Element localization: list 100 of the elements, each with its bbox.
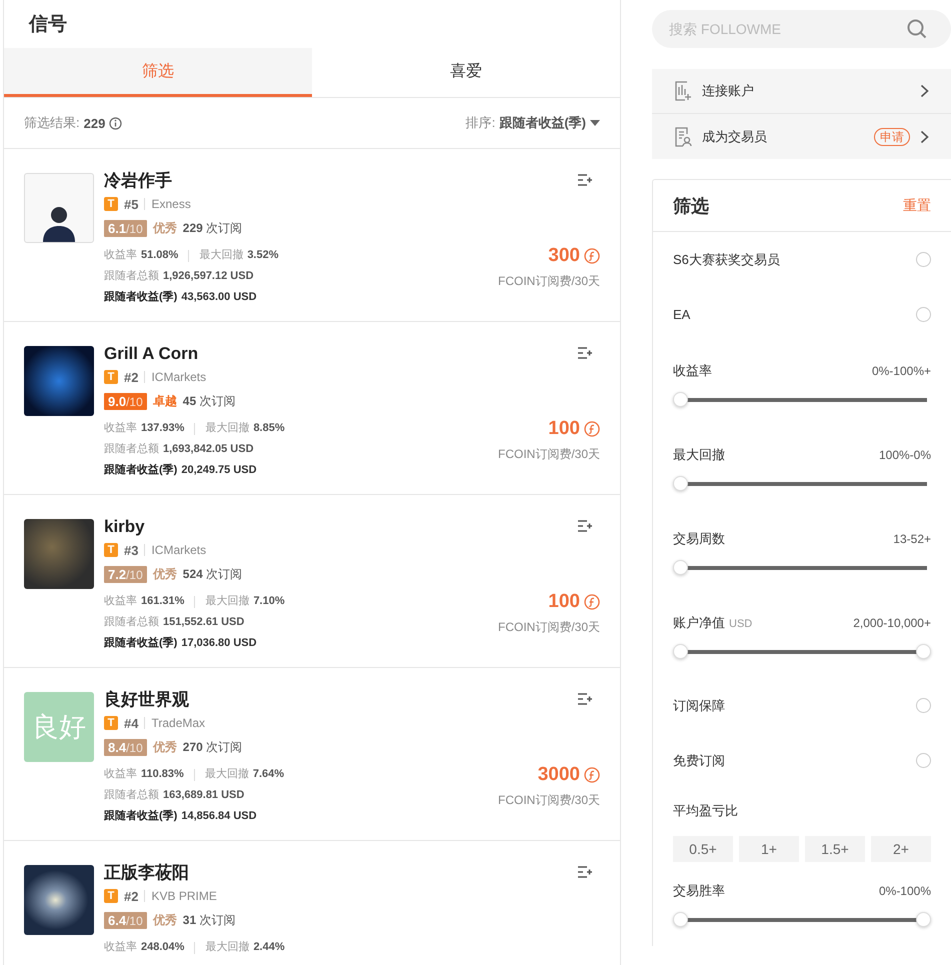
filter-label: 平均盈亏比 [673,802,739,820]
trader-name[interactable]: 冷岩作手 [104,170,600,192]
broker-name: KVB PRIME [151,889,217,903]
add-to-list-icon[interactable] [577,173,593,187]
rating-label: 优秀 [152,566,177,582]
ratio-option[interactable]: 2+ [871,836,931,862]
filter-label: S6大赛获奖交易员 [673,250,780,268]
chevron-right-icon [920,84,929,98]
radio-button[interactable] [916,307,931,322]
slider-thumb[interactable] [916,912,931,926]
slider-thumb[interactable] [673,912,688,926]
subscription-count: 270 次订阅 [182,738,242,756]
chart-plus-icon [674,81,692,101]
fee-label: FCOIN订阅费/30天 [498,792,600,809]
stat-value: 7.64% [252,767,284,782]
stat-value: 3.52% [247,248,279,263]
document-person-icon [674,126,692,146]
add-to-list-icon[interactable] [577,692,593,706]
stat-value: 51.08% [141,248,178,263]
range-value: 13-52+ [893,532,931,546]
sort-dropdown[interactable]: 跟随者收益(季) [499,114,586,132]
broker-name: Exness [151,197,191,211]
stat-label: 最大回撤 [205,594,250,609]
slider-thumb[interactable] [673,644,688,658]
menu-item[interactable]: 连接账户 [652,69,951,114]
filter-label: 免费订阅 [673,752,725,770]
search-field[interactable]: 搜索 FOLLOWME [652,10,907,48]
range-slider[interactable] [673,912,931,926]
stat-value: 110.83% [141,767,184,782]
fee-label: FCOIN订阅费/30天 [498,619,600,636]
range-value: 100%-0% [878,448,931,462]
avatar-text: 良好 [24,692,94,762]
stat-label: 收益率 [104,940,137,955]
ratio-option[interactable]: 1.5+ [805,836,865,862]
radio-button[interactable] [916,252,931,267]
info-icon[interactable] [109,116,122,130]
stat-label: 跟随者总额 [104,614,159,630]
search-icon[interactable] [907,19,927,39]
filter-label: 订阅保障 [673,696,725,714]
subscription-count: 524 次订阅 [182,566,242,582]
slider-thumb[interactable] [673,476,688,490]
sort-label: 排序: [466,114,496,132]
filter-label: 交易胜率 [673,882,725,898]
page-title: 信号 [28,13,68,37]
rank: #2 [124,888,138,904]
stat-label: 收益率 [104,594,137,609]
caret-icon[interactable] [590,120,600,126]
score-badge: 8.4/10 [104,738,147,756]
stat-value: 163,689.81 USD [163,788,244,803]
radio-button[interactable] [916,753,931,768]
menu-item[interactable]: 成为交易员 申请 [652,114,951,159]
stat-label: 最大回撤 [205,940,250,955]
result-label: 筛选结果: [24,114,80,132]
search-button[interactable] [907,10,951,48]
subscription-count: 229 次订阅 [182,220,242,236]
rank: #4 [124,716,138,730]
stat-label: 收益率 [104,420,137,436]
rank: #5 [124,196,138,212]
add-to-list-icon[interactable] [577,519,593,533]
stat-value: 20,249.75 USD [181,463,257,478]
stat-value: 2.44% [253,940,285,955]
stat-value: 14,856.84 USD [181,809,257,824]
trader-name[interactable]: 正版李莜阳 [104,862,600,884]
stat-label: 最大回撤 [199,248,244,263]
ratio-option[interactable]: 0.5+ [673,836,733,862]
score-badge: 6.1/10 [104,220,147,236]
filter-label: EA [673,307,690,322]
trader-name[interactable]: kirby [104,516,600,538]
stat-value: 151,552.61 USD [163,615,244,630]
chevron-right-icon [920,130,929,144]
stat-value: 1,926,597.12 USD [163,269,254,284]
coin-icon [584,421,600,437]
filter-label: 最大回撤 [673,446,725,462]
result-count: 229 [84,116,106,130]
subscription-price: 100 [548,418,580,440]
ratio-option[interactable]: 1+ [739,836,799,862]
trader-name[interactable]: 良好世界观 [104,689,600,711]
rating-label: 优秀 [152,912,177,928]
stat-value: 137.93% [141,421,184,436]
stat-label: 跟随者总额 [104,788,159,803]
subscription-price: 300 [548,245,580,267]
stat-value: 8.85% [253,421,285,436]
trader-type-badge: T [104,716,118,730]
unit-label: USD [729,618,752,630]
filter-label: 收益率 [673,362,712,378]
avatar-image [24,346,94,416]
radio-button[interactable] [916,698,931,713]
add-to-list-icon[interactable] [577,865,593,879]
slider-thumb[interactable] [673,560,688,574]
rank: #2 [124,370,138,384]
coin-icon [584,248,600,264]
trader-name[interactable]: Grill A Corn [104,343,600,365]
broker-name: TradeMax [151,716,206,730]
fee-label: FCOIN订阅费/30天 [498,446,600,463]
score-badge: 6.4/10 [104,912,147,928]
range-slider[interactable] [673,644,931,658]
stat-label: 最大回撤 [204,767,249,782]
add-to-list-icon[interactable] [577,346,593,360]
slider-thumb[interactable] [673,392,688,406]
slider-thumb[interactable] [916,644,931,658]
